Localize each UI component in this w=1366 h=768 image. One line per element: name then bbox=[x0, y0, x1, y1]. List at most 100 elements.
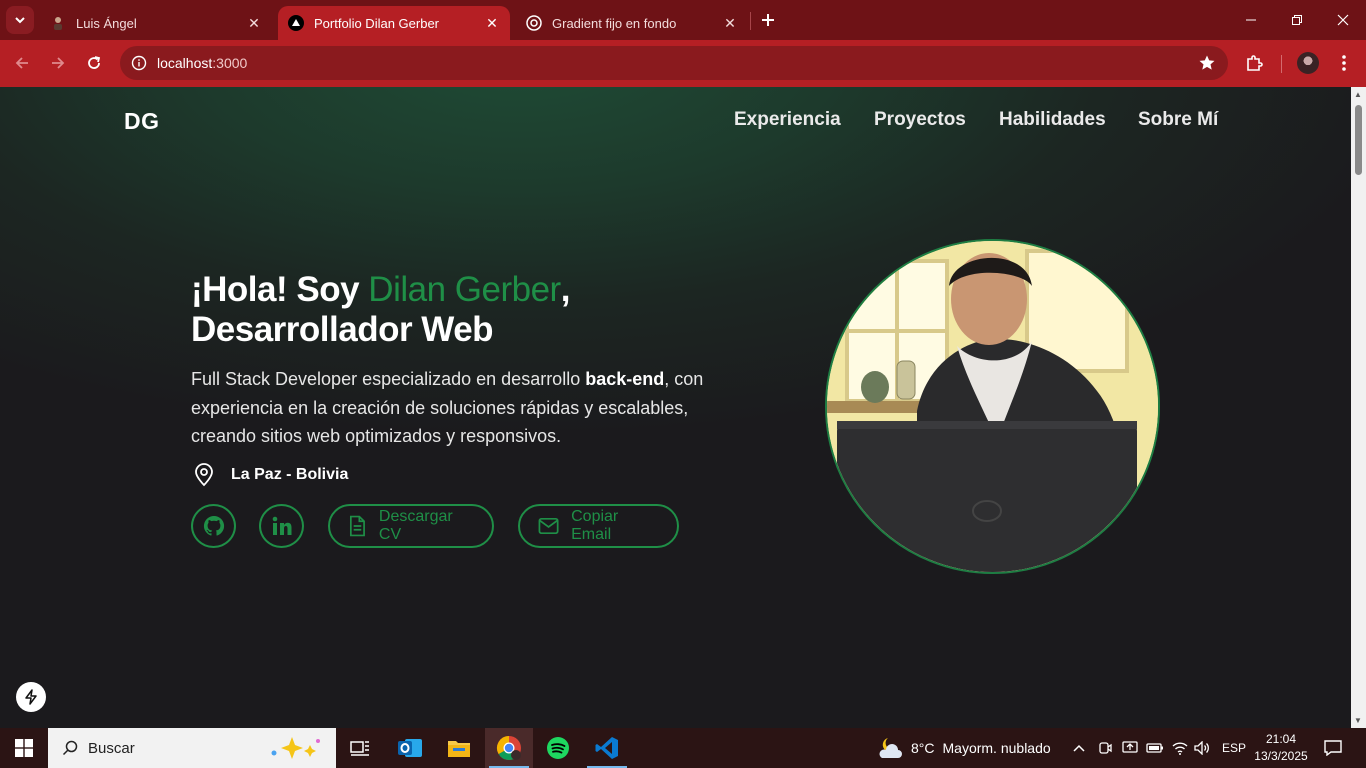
map-pin-icon bbox=[195, 463, 213, 487]
linkedin-icon bbox=[272, 516, 291, 535]
browser-menu-button[interactable] bbox=[1331, 50, 1357, 76]
arrow-right-icon bbox=[52, 57, 65, 69]
nav-experiencia[interactable]: Experiencia bbox=[734, 109, 841, 131]
back-button[interactable] bbox=[9, 50, 35, 76]
download-cv-button[interactable]: Descargar CV bbox=[328, 504, 494, 548]
volume-icon[interactable] bbox=[1194, 741, 1210, 755]
github-button[interactable] bbox=[191, 504, 236, 548]
lightning-icon bbox=[25, 689, 37, 705]
tab-portfolio[interactable]: Portfolio Dilan Gerber ✕ bbox=[278, 6, 510, 40]
close-icon[interactable]: ✕ bbox=[246, 15, 262, 31]
nav-proyectos[interactable]: Proyectos bbox=[874, 109, 966, 131]
start-button[interactable] bbox=[0, 728, 48, 768]
tab-favicon-icon bbox=[50, 15, 66, 31]
meet-now-icon[interactable] bbox=[1098, 741, 1112, 755]
windows-logo-icon bbox=[15, 739, 33, 757]
windows-taskbar: Buscar 8°C Mayorm. nublado ESP 21:04 13/… bbox=[0, 728, 1366, 768]
scroll-down-icon[interactable]: ▼ bbox=[1354, 716, 1362, 725]
browser-toolbar: localhost:3000 bbox=[0, 40, 1366, 87]
wifi-icon[interactable] bbox=[1172, 741, 1188, 755]
vscode-app[interactable] bbox=[583, 728, 631, 768]
page-scrollbar[interactable]: ▲ ▼ bbox=[1351, 87, 1366, 728]
clock-time: 21:04 bbox=[1265, 732, 1297, 746]
weather-desc: Mayorm. nublado bbox=[942, 740, 1051, 756]
close-icon[interactable]: ✕ bbox=[484, 15, 500, 31]
close-icon bbox=[1337, 14, 1349, 26]
scroll-up-icon[interactable]: ▲ bbox=[1354, 90, 1362, 99]
system-clock[interactable]: 21:04 13/3/2025 bbox=[1250, 731, 1312, 765]
linkedin-button[interactable] bbox=[259, 504, 304, 548]
document-icon bbox=[349, 515, 365, 537]
folder-icon bbox=[448, 741, 470, 757]
reload-icon bbox=[88, 56, 101, 69]
site-logo[interactable]: DG bbox=[124, 108, 160, 135]
weather-widget[interactable]: 8°C Mayorm. nublado bbox=[876, 728, 1051, 768]
profile-avatar[interactable] bbox=[1297, 52, 1319, 74]
file-explorer-app[interactable] bbox=[435, 728, 483, 768]
outlook-app[interactable] bbox=[386, 728, 434, 768]
copy-email-label: Copiar Email bbox=[571, 508, 619, 543]
scrollbar-thumb[interactable] bbox=[1355, 105, 1362, 175]
spotify-icon bbox=[547, 737, 569, 759]
nav-habilidades[interactable]: Habilidades bbox=[999, 109, 1106, 131]
close-icon[interactable]: ✕ bbox=[722, 15, 738, 31]
kebab-menu-icon bbox=[1342, 55, 1346, 71]
toolbar-divider bbox=[1281, 55, 1282, 73]
hero-title: ¡Hola! Soy Dilan Gerber, Desarrollador W… bbox=[191, 270, 570, 350]
restore-icon bbox=[1292, 15, 1302, 25]
chevron-up-icon[interactable] bbox=[1072, 743, 1086, 753]
address-bar[interactable]: localhost:3000 bbox=[120, 46, 1228, 80]
minimize-button[interactable] bbox=[1228, 0, 1274, 40]
plus-icon bbox=[762, 14, 774, 26]
notification-icon bbox=[1324, 740, 1342, 756]
profile-photo bbox=[825, 239, 1160, 574]
task-view-button[interactable] bbox=[336, 728, 384, 768]
nav-sobre-mi[interactable]: Sobre Mí bbox=[1138, 109, 1218, 131]
browser-tab-bar: Luis Ángel ✕ Portfolio Dilan Gerber ✕ Gr… bbox=[0, 0, 1366, 40]
chrome-app[interactable] bbox=[485, 728, 533, 768]
minimize-icon bbox=[1246, 19, 1256, 21]
sparkle-icon bbox=[271, 737, 320, 759]
extensions-button[interactable] bbox=[1241, 50, 1267, 76]
tab-luis-angel[interactable]: Luis Ángel ✕ bbox=[40, 6, 272, 40]
profile-photo-illustration bbox=[827, 241, 1158, 572]
screen-share-icon[interactable] bbox=[1122, 741, 1138, 755]
url-text[interactable]: localhost:3000 bbox=[157, 55, 247, 71]
arrow-left-icon bbox=[15, 57, 28, 69]
mail-icon bbox=[538, 517, 559, 535]
search-placeholder: Buscar bbox=[88, 739, 135, 757]
system-tray: ESP bbox=[1072, 728, 1246, 768]
hero-description: Full Stack Developer especializado en de… bbox=[191, 365, 711, 451]
search-icon bbox=[62, 740, 78, 756]
puzzle-icon bbox=[1247, 55, 1263, 71]
hero-comma: , bbox=[560, 270, 571, 309]
tab-gradient[interactable]: Gradient fijo en fondo ✕ bbox=[516, 6, 748, 40]
clock-date: 13/3/2025 bbox=[1254, 749, 1308, 763]
taskbar-search[interactable]: Buscar bbox=[48, 728, 336, 768]
notifications-button[interactable] bbox=[1310, 728, 1356, 768]
input-language[interactable]: ESP bbox=[1222, 741, 1246, 755]
close-window-button[interactable] bbox=[1320, 0, 1366, 40]
tab-search-button[interactable] bbox=[6, 6, 34, 34]
github-icon bbox=[203, 515, 224, 536]
bookmark-star-icon[interactable] bbox=[1198, 54, 1216, 77]
tab-separator bbox=[750, 12, 751, 30]
tab-title: Gradient fijo en fondo bbox=[552, 15, 677, 31]
site-info-icon[interactable] bbox=[122, 46, 156, 80]
chrome-icon bbox=[496, 736, 521, 761]
cloudy-night-icon bbox=[879, 738, 902, 758]
vscode-icon bbox=[595, 737, 618, 759]
battery-icon[interactable] bbox=[1146, 742, 1164, 754]
restore-button[interactable] bbox=[1274, 0, 1320, 40]
hero-greeting: ¡Hola! Soy bbox=[191, 270, 369, 309]
new-tab-button[interactable] bbox=[756, 8, 780, 32]
nextjs-dev-tools-button[interactable] bbox=[16, 682, 46, 712]
spotify-app[interactable] bbox=[534, 728, 582, 768]
chatgpt-icon bbox=[526, 15, 542, 31]
copy-email-button[interactable]: Copiar Email bbox=[518, 504, 679, 548]
reload-button[interactable] bbox=[81, 50, 107, 76]
portfolio-page: DG Experiencia Proyectos Habilidades Sob… bbox=[0, 87, 1351, 728]
forward-button[interactable] bbox=[45, 50, 71, 76]
location-text: La Paz - Bolivia bbox=[231, 466, 349, 483]
location: La Paz - Bolivia bbox=[193, 463, 348, 487]
